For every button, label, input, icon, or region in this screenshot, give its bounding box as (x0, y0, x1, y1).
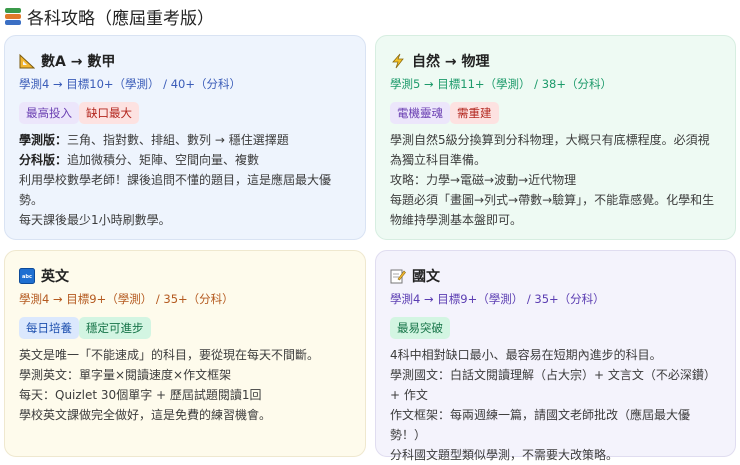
card-title-text: 自然 → 物理 (412, 54, 490, 70)
line-text: 每天課後最少1小時刷數學。 (19, 213, 171, 227)
body-line: 利用學校數學老師！課後追問不懂的題目，這是應屆最大優勢。 (19, 170, 350, 210)
line-text: 學測英文：單字量×閱讀速度×作文框架 (19, 368, 232, 382)
card-title: 數A → 數甲 (19, 51, 350, 71)
line-text: 追加微積分、矩陣、空間向量、複數 (67, 153, 260, 167)
subject-card-physics: 自然 → 物理學測5 → 目標11+（學測） / 38+（分科） 電機靈魂 需重建學… (375, 35, 736, 240)
body-line: 每題必須「畫圖→列式→帶數→驗算」，不能靠感覺。化學和生物維持學測基本盤即可。 (390, 190, 720, 230)
body-line: 每天：Quizlet 30個單字 + 歷屆試題閱讀1回 (19, 385, 350, 405)
tag-list: 每日培養 穩定可進步 (19, 317, 350, 339)
card-title: abc 英文 (19, 266, 350, 286)
body-line: 分科國文題型類似學測，不需要大改策略。 (390, 445, 720, 465)
subject-card-math: 數A → 數甲學測4 → 目標10+（學測） / 40+（分科） 最高投入 缺口最大… (4, 35, 366, 240)
body-line: 學校英文課做完全做好，這是免費的練習機會。 (19, 405, 350, 425)
abc-icon: abc (19, 268, 35, 284)
card-title-text: 國文 (412, 269, 440, 285)
books-icon (5, 7, 21, 26)
card-title-text: 英文 (41, 269, 69, 285)
card-title-text: 數A → 數甲 (41, 54, 116, 70)
tag-list: 最高投入 缺口最大 (19, 102, 350, 124)
line-text: 作文框架：每兩週練一篇，請國文老師批改（應屆最大優勢！） (390, 408, 691, 442)
body-line: 學測版：三角、指對數、排組、數列 → 穩住選擇題 (19, 130, 350, 150)
line-text: 分科國文題型類似學測，不需要大改策略。 (390, 448, 619, 462)
score-target: 學測5 → 目標11+（學測） / 38+（分科） (390, 77, 612, 91)
tag-badge: 電機靈魂 (390, 102, 450, 124)
tag-badge: 需重建 (450, 102, 499, 124)
line-text: 學校英文課做完全做好，這是免費的練習機會。 (19, 408, 272, 422)
triangle-ruler-icon (19, 53, 36, 69)
subject-card-english: abc 英文 學測4 → 目標9+（學測） / 35+（分科） 每日培養 穩定可進步 英文… (4, 250, 366, 457)
body-line: 學測自然5級分換算到分科物理，大概只有底標程度。必須視為獨立科目準備。 (390, 130, 720, 170)
line-text: 三角、指對數、排組、數列 → 穩住選擇題 (67, 133, 289, 147)
body-line: 作文框架：每兩週練一篇，請國文老師批改（應屆最大優勢！） (390, 405, 720, 445)
body-line: 4科中相對缺口最小、最容易在短期內進步的科目。 (390, 345, 720, 365)
body-line: 學測英文：單字量×閱讀速度×作文框架 (19, 365, 350, 385)
line-text: 每天：Quizlet 30個單字 + 歷屆試題閱讀1回 (19, 388, 262, 402)
tag-badge: 最高投入 (19, 102, 79, 124)
line-text: 學測自然5級分換算到分科物理，大概只有底標程度。必須視為獨立科目準備。 (390, 133, 710, 167)
line-text: 學測國文：白話文閱讀理解（占大宗）+ 文言文（不必深鑽）+ 作文 (390, 368, 716, 402)
line-text: 4科中相對缺口最小、最容易在短期內進步的科目。 (390, 348, 662, 362)
card-body: 4科中相對缺口最小、最容易在短期內進步的科目。學測國文：白話文閱讀理解（占大宗）… (390, 345, 720, 465)
line-label: 分科版： (19, 153, 68, 167)
tag-list: 電機靈魂 需重建 (390, 102, 720, 124)
memo-icon (390, 268, 406, 284)
line-text: 利用學校數學老師！課後追問不懂的題目，這是應屆最大優勢。 (19, 173, 332, 207)
body-line: 學測國文：白話文閱讀理解（占大宗）+ 文言文（不必深鑽）+ 作文 (390, 365, 720, 405)
score-target: 學測4 → 目標10+（學測） / 40+（分科） (19, 77, 241, 91)
body-line: 英文是唯一「不能速成」的科目，要從現在每天不間斷。 (19, 345, 350, 365)
card-body: 學測自然5級分換算到分科物理，大概只有底標程度。必須視為獨立科目準備。攻略：力學… (390, 130, 720, 230)
line-text: 每題必須「畫圖→列式→帶數→驗算」，不能靠感覺。化學和生物維持學測基本盤即可。 (390, 193, 715, 227)
body-line: 攻略：力學→電磁→波動→近代物理 (390, 170, 720, 190)
tag-badge: 每日培養 (19, 317, 79, 339)
card-body: 英文是唯一「不能速成」的科目，要從現在每天不間斷。 學測英文：單字量×閱讀速度×作… (19, 345, 350, 425)
score-target: 學測4 → 目標9+（學測） / 35+（分科） (390, 292, 605, 306)
page-title: 各科攻略（應屆重考版） (5, 4, 214, 29)
subject-card-chinese: 國文學測4 → 目標9+（學測） / 35+（分科） 最易突破 4科中相對缺口最小、… (375, 250, 736, 462)
tag-badge: 穩定可進步 (79, 317, 151, 339)
lightning-icon (390, 53, 406, 69)
line-text: 英文是唯一「不能速成」的科目，要從現在每天不間斷。 (19, 348, 320, 362)
svg-text:abc: abc (22, 274, 32, 280)
line-text: 攻略：力學→電磁→波動→近代物理 (390, 173, 577, 187)
tag-badge: 最易突破 (390, 317, 450, 339)
card-title: 自然 → 物理 (390, 51, 720, 71)
card-title: 國文 (390, 266, 720, 286)
body-line: 分科版：追加微積分、矩陣、空間向量、複數 (19, 150, 350, 170)
page-title-text: 各科攻略（應屆重考版） (27, 9, 214, 29)
body-line: 每天課後最少1小時刷數學。 (19, 210, 350, 230)
tag-list: 最易突破 (390, 317, 720, 339)
tag-badge: 缺口最大 (79, 102, 139, 124)
card-body: 學測版：三角、指對數、排組、數列 → 穩住選擇題 分科版：追加微積分、矩陣、空間向… (19, 130, 350, 230)
score-target: 學測4 → 目標9+（學測） / 35+（分科） (19, 292, 234, 306)
line-label: 學測版： (19, 133, 68, 147)
